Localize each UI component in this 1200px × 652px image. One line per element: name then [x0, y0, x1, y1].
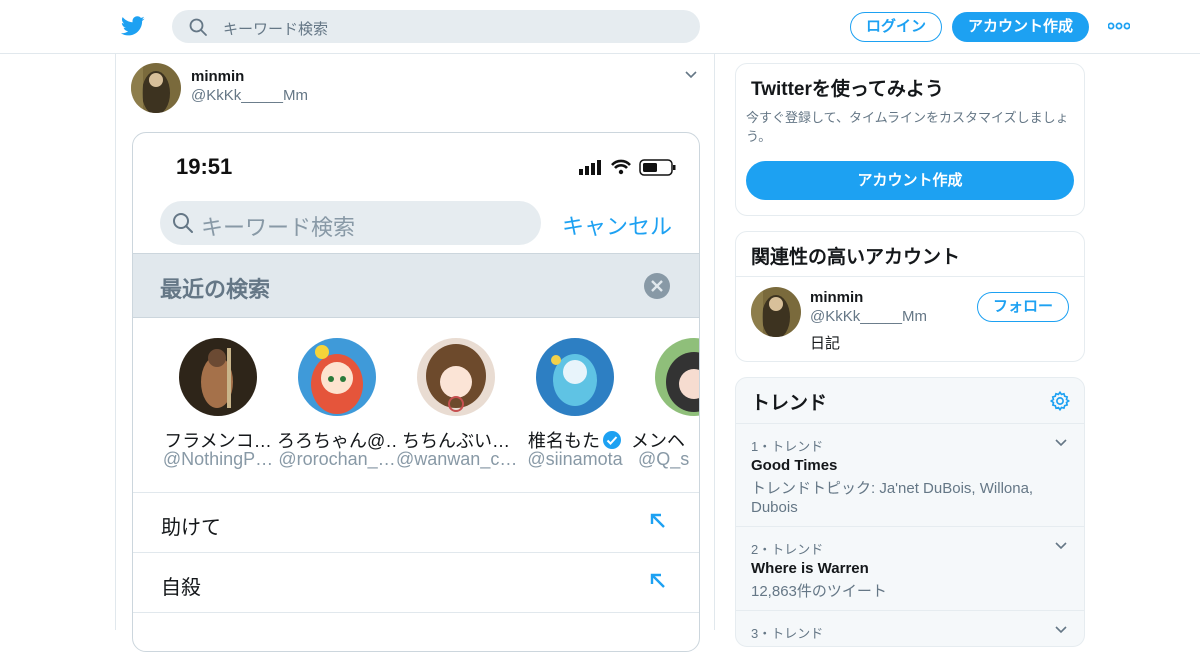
recent-user-handle: @siinamota: [527, 449, 623, 469]
recent-search-header: 最近の検索: [133, 253, 699, 318]
signup-card-text: 今すぐ登録して、タイムラインをカスタマイズしましょう。: [746, 110, 1069, 144]
arrow-up-left-icon: [650, 513, 665, 528]
search-placeholder: キーワード検索: [223, 21, 329, 38]
trend-meta: 3・トレンド: [751, 626, 824, 641]
trend-meta: 1・トレンド: [751, 439, 824, 454]
phone-search-field: キーワード検索: [160, 201, 541, 245]
divider: [736, 276, 1084, 277]
recent-users-row: フラメンコ… @NothingP… ろろちゃん@… @rorochan_… ちち…: [133, 318, 699, 493]
avatar: [655, 338, 699, 416]
related-account-handle[interactable]: @KkKk_____Mm: [810, 308, 927, 325]
verified-badge-icon: [603, 431, 621, 449]
login-button[interactable]: ログイン: [850, 12, 942, 42]
related-accounts-title: 関連性の高いアカウント: [751, 247, 961, 268]
recent-user-handle: @wanwan_c…: [396, 449, 516, 469]
tweet-column: minmin @KkKk_____Mm 19:51 キーワード検索 キャンセル: [115, 54, 715, 652]
phone-clock: 19:51: [176, 154, 233, 179]
search-icon: [189, 18, 207, 36]
phone-cancel-label: キャンセル: [562, 214, 673, 239]
related-account-name[interactable]: minmin: [810, 289, 863, 306]
phone-status-icons: [579, 159, 676, 176]
follow-button[interactable]: フォロー: [977, 292, 1069, 322]
recent-query-row: 自殺: [133, 552, 699, 612]
chevron-down-icon[interactable]: [1054, 438, 1068, 448]
chevron-down-icon[interactable]: [684, 70, 698, 80]
recent-user: ろろちゃん@… @rorochan_…: [277, 318, 397, 493]
twitter-bird-icon[interactable]: [120, 14, 146, 38]
clear-icon: [644, 273, 670, 299]
recent-user-handle: @Q_s: [638, 449, 690, 469]
recent-user: フラメンコ… @NothingP…: [158, 318, 278, 493]
trends-card: トレンド 1・トレンド Good Times トレンドトピック: Ja'net …: [735, 377, 1085, 647]
avatar: [179, 338, 257, 416]
signup-button[interactable]: アカウント作成: [952, 12, 1089, 42]
trend-item[interactable]: 1・トレンド Good Times トレンドトピック: Ja'net DuBoi…: [736, 423, 1084, 526]
recent-query-row: 助けて: [133, 492, 699, 552]
recent-user: ちちんぶい… @wanwan_c…: [396, 318, 516, 493]
trend-meta: 2・トレンド: [751, 542, 824, 557]
signup-card: Twitterを使ってみよう 今すぐ登録して、タイムラインをカスタマイズしましょ…: [735, 63, 1085, 216]
recent-query-row: [133, 612, 699, 651]
tweet-media-screenshot[interactable]: 19:51 キーワード検索 キャンセル 最近の検索 フラメンコ… @Nothin…: [132, 132, 700, 652]
avatar: [298, 338, 376, 416]
author-name[interactable]: minmin: [191, 68, 244, 85]
recent-user-handle: @rorochan_…: [278, 449, 396, 469]
trend-name: Where is Warren: [751, 560, 869, 577]
search-input[interactable]: キーワード検索: [172, 10, 700, 43]
trend-item[interactable]: 2・トレンド Where is Warren 12,863件のツイート: [736, 526, 1084, 610]
recent-query-text: 助けて: [161, 517, 221, 539]
recent-query-text: 自殺: [161, 577, 201, 599]
trend-description: 12,863件のツイート: [751, 583, 887, 600]
trend-name: Good Times: [751, 457, 838, 474]
related-account-bio: 日記: [810, 335, 841, 352]
recent-search-title: 最近の検索: [160, 277, 271, 302]
search-icon: [173, 213, 193, 233]
avatar[interactable]: [131, 63, 181, 113]
gear-icon[interactable]: [1049, 390, 1071, 412]
trend-description: トレンドトピック: Ja'net DuBois, Willona, Dubois: [751, 480, 1034, 516]
avatar: [417, 338, 495, 416]
chevron-down-icon[interactable]: [1054, 541, 1068, 551]
related-accounts-card: 関連性の高いアカウント minmin @KkKk_____Mm 日記 フォロー: [735, 231, 1085, 362]
signup-card-button[interactable]: アカウント作成: [746, 161, 1074, 200]
avatar: [536, 338, 614, 416]
chevron-down-icon[interactable]: [1054, 625, 1068, 635]
recent-user: 椎名もた @siinamota: [515, 318, 635, 493]
recent-user-handle: @NothingP…: [162, 449, 274, 469]
top-navigation-bar: キーワード検索 ログイン アカウント作成: [0, 0, 1200, 54]
more-dots-icon[interactable]: [1108, 22, 1130, 30]
recent-user: メンヘ @Q_s: [631, 318, 699, 493]
arrow-up-left-icon: [650, 573, 665, 588]
author-handle[interactable]: @KkKk_____Mm: [191, 87, 308, 104]
trends-title: トレンド: [751, 393, 828, 414]
phone-search-placeholder: キーワード検索: [201, 215, 356, 240]
avatar[interactable]: [751, 287, 801, 337]
signup-card-title: Twitterを使ってみよう: [751, 79, 944, 100]
trend-item[interactable]: 3・トレンド: [736, 610, 1084, 646]
